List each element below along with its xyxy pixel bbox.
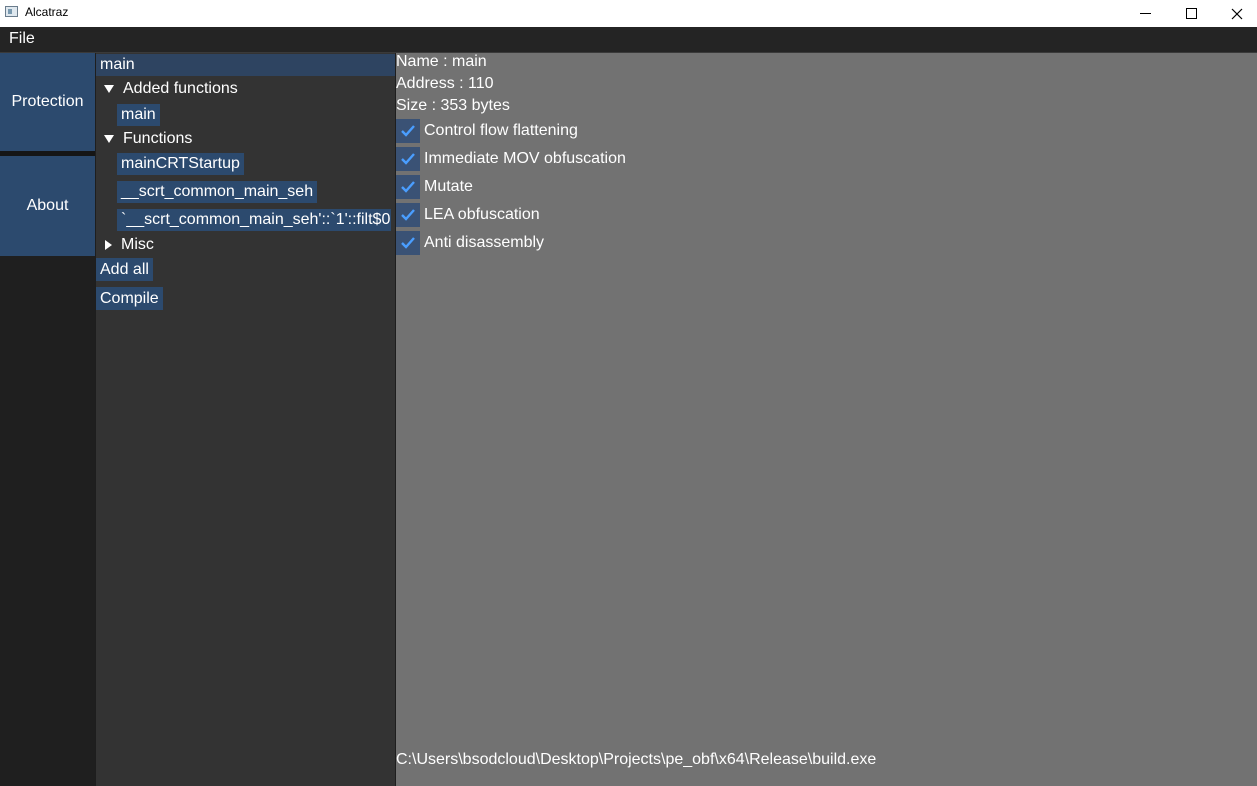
- check-icon: [401, 237, 415, 249]
- nav-about-label: About: [26, 197, 69, 214]
- option-mutate[interactable]: Mutate: [396, 175, 473, 199]
- function-details-panel: Name : main Address : 110 Size : 353 byt…: [396, 53, 1257, 786]
- maximize-icon: [1185, 8, 1197, 19]
- option-label: Immediate MOV obfuscation: [424, 150, 626, 167]
- menu-file[interactable]: File: [9, 30, 35, 48]
- option-lea-obfuscation[interactable]: LEA obfuscation: [396, 203, 540, 227]
- check-icon: [401, 209, 415, 221]
- tree-group-added-functions[interactable]: Added functions: [104, 80, 238, 98]
- checkbox[interactable]: [396, 147, 420, 171]
- tree-group-label: Functions: [123, 130, 193, 147]
- added-function-item[interactable]: main: [117, 104, 160, 126]
- expanded-arrow-icon: [104, 135, 114, 143]
- tree-group-functions[interactable]: Functions: [104, 130, 192, 148]
- function-tree-panel: Added functions main Functions mainCRTSt…: [96, 53, 395, 786]
- option-label: Anti disassembly: [424, 234, 545, 251]
- function-size: Size : 353 bytes: [396, 97, 510, 114]
- minimize-icon: [1139, 13, 1151, 14]
- function-item[interactable]: __scrt_common_main_seh: [117, 181, 318, 203]
- app-icon: [5, 6, 18, 17]
- check-icon: [401, 125, 415, 137]
- function-item[interactable]: mainCRTStartup: [117, 153, 244, 175]
- menu-bar: File: [0, 27, 1257, 53]
- window-title: Alcatraz: [25, 5, 69, 19]
- option-anti-disassembly[interactable]: Anti disassembly: [396, 231, 544, 255]
- close-button[interactable]: [1214, 0, 1257, 27]
- side-nav: Protection About: [0, 53, 95, 786]
- nav-protection-label: Protection: [11, 93, 84, 110]
- maximize-button[interactable]: [1168, 0, 1214, 27]
- nav-about-button[interactable]: About: [0, 156, 95, 256]
- check-icon: [401, 153, 415, 165]
- close-icon: [1231, 8, 1243, 19]
- checkbox[interactable]: [396, 231, 420, 255]
- option-label: LEA obfuscation: [424, 206, 540, 223]
- checkbox[interactable]: [396, 175, 420, 199]
- expanded-arrow-icon: [104, 85, 114, 93]
- function-item[interactable]: `__scrt_common_main_seh'::`1'::filt$0: [117, 209, 391, 231]
- function-search-input[interactable]: [96, 54, 395, 76]
- add-all-button[interactable]: Add all: [96, 258, 153, 281]
- function-address: Address : 110: [396, 75, 494, 92]
- tree-group-label: Added functions: [123, 80, 238, 97]
- output-path: C:\Users\bsodcloud\Desktop\Projects\pe_o…: [396, 751, 877, 768]
- option-label: Control flow flattening: [424, 122, 578, 139]
- tree-group-label: Misc: [121, 236, 154, 253]
- option-immediate-mov-obfuscation[interactable]: Immediate MOV obfuscation: [396, 147, 626, 171]
- option-control-flow-flattening[interactable]: Control flow flattening: [396, 119, 578, 143]
- nav-protection-button[interactable]: Protection: [0, 53, 95, 151]
- title-bar[interactable]: Alcatraz: [0, 0, 1257, 27]
- collapsed-arrow-icon: [105, 240, 112, 250]
- check-icon: [401, 181, 415, 193]
- checkbox[interactable]: [396, 203, 420, 227]
- checkbox[interactable]: [396, 119, 420, 143]
- function-name: Name : main: [396, 53, 487, 70]
- compile-button[interactable]: Compile: [96, 287, 163, 310]
- minimize-button[interactable]: [1122, 0, 1168, 27]
- tree-group-misc[interactable]: Misc: [104, 236, 154, 254]
- option-label: Mutate: [424, 178, 473, 195]
